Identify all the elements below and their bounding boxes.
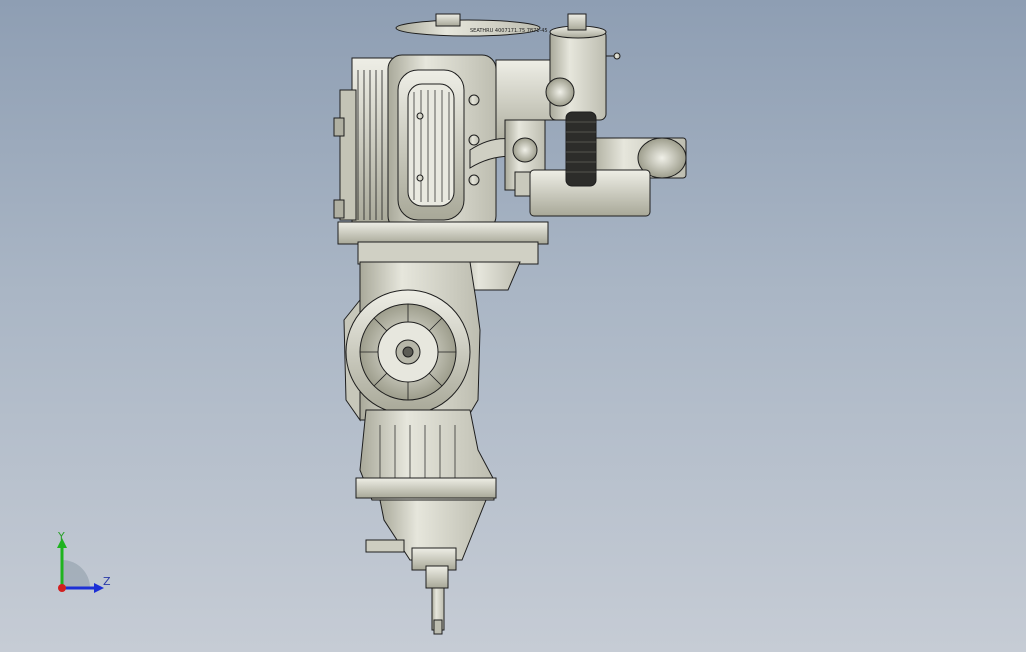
lower-gear-case (365, 499, 487, 571)
y-axis-label: Y (58, 530, 65, 543)
axis-triad (57, 538, 104, 593)
cad-viewport[interactable]: SEATHRU 4007171.75 7871-45 Y Z (0, 0, 1026, 652)
flywheel-fan (345, 289, 471, 415)
rocker-cover (387, 54, 497, 231)
ignition-canister (545, 13, 621, 121)
nameplate-text: SEATHRU 4007171.75 7871-45 (470, 28, 548, 34)
top-pulley: SEATHRU 4007171.75 7871-45 (395, 13, 548, 37)
z-axis-label: Z (103, 575, 111, 588)
knurled-knob (565, 111, 597, 187)
x-axis-icon (58, 584, 66, 592)
engine-model[interactable]: SEATHRU 4007171.75 7871-45 (0, 0, 1026, 652)
cylinder-head (333, 57, 393, 229)
air-filter (529, 137, 687, 217)
triad-plane-icon (62, 560, 90, 588)
output-shaft (425, 565, 449, 635)
gearbox-body (355, 409, 497, 501)
